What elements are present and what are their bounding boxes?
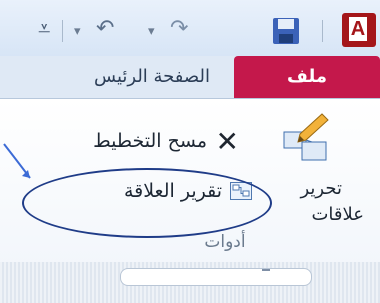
edit-relationships-label-line1: تحرير [300, 178, 342, 199]
qat-divider [62, 20, 63, 42]
tab-file[interactable]: ملف [234, 56, 380, 98]
customize-quick-access-icon[interactable]: ⩡ [38, 19, 50, 41]
redo-icon[interactable]: ↷ [170, 18, 188, 40]
save-icon[interactable] [272, 17, 300, 45]
dropdown-arrow-icon[interactable]: ▾ [74, 25, 81, 38]
scroll-thumb-mark [262, 269, 270, 271]
horizontal-scrollbar[interactable] [120, 268, 312, 286]
logo-letter: A [349, 17, 367, 41]
pointer-arrow-icon [3, 143, 31, 179]
edit-relationships-label-line2: علاقات [311, 204, 364, 225]
qat-divider [322, 20, 323, 42]
undo-dropdown-icon[interactable]: ▾ [148, 25, 155, 38]
clear-layout-label: مسح التخطيط [93, 130, 207, 152]
access-logo-icon: A [342, 13, 376, 47]
highlight-ellipse [22, 168, 272, 238]
tab-home[interactable]: الصفحة الرئيس [0, 56, 228, 98]
undo-icon[interactable]: ↶ [96, 18, 114, 40]
quick-access-toolbar [0, 0, 380, 56]
close-icon: ✕ [215, 125, 239, 158]
edit-relationships-button[interactable]: تحرير علاقات [268, 112, 380, 232]
edit-relationships-icon [283, 113, 329, 161]
